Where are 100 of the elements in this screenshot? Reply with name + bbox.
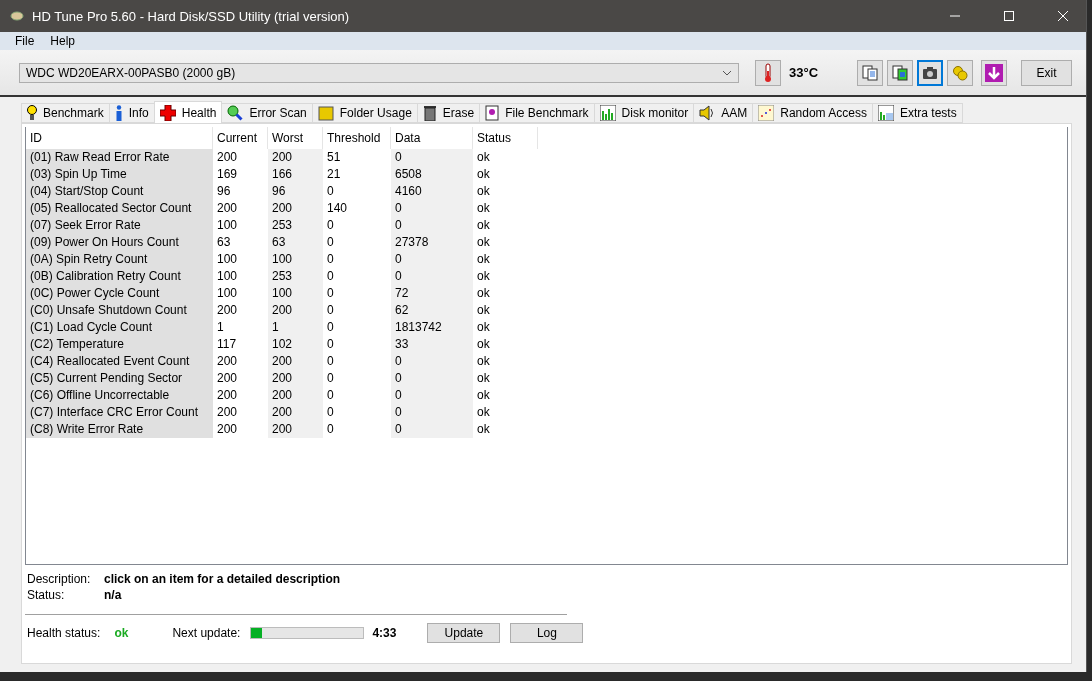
table-cell: (C5) Current Pending Sector (26, 370, 213, 387)
tab[interactable]: Erase (416, 103, 481, 123)
speaker-icon (699, 105, 716, 121)
tab[interactable]: Info (108, 103, 155, 123)
table-cell: (05) Reallocated Sector Count (26, 200, 213, 217)
tab[interactable]: File Benchmark (479, 103, 595, 123)
tab[interactable]: Health (153, 101, 223, 123)
table-cell: (03) Spin Up Time (26, 166, 213, 183)
download-arrow-icon (984, 62, 1004, 83)
thermometer-icon (763, 62, 773, 83)
camera-button[interactable] (917, 59, 943, 86)
table-cell: 100 (268, 251, 323, 268)
status-label: Status: (27, 588, 66, 602)
drive-dropdown[interactable]: WDC WD20EARX-00PASB0 (2000 gB) (19, 62, 739, 83)
tab[interactable]: Random Access (752, 103, 873, 123)
folder-icon (317, 105, 334, 121)
table-cell: 200 (268, 404, 323, 421)
description-label: Description: (27, 572, 92, 586)
bar-chart-icon (599, 105, 616, 121)
table-cell: 0 (391, 404, 473, 421)
status-text: n/a (104, 588, 123, 602)
table-cell: 100 (268, 285, 323, 302)
table-cell: 0 (391, 353, 473, 370)
tab[interactable]: Benchmark (21, 103, 110, 123)
table-cell: 200 (268, 302, 323, 319)
copy-button[interactable] (857, 59, 883, 86)
table-cell: (C1) Load Cycle Count (26, 319, 213, 336)
table-cell: 6508 (391, 166, 473, 183)
table-cell: (07) Seek Error Rate (26, 217, 213, 234)
table-cell: 0 (391, 421, 473, 438)
health-status-label: Health status: (27, 626, 101, 640)
table-cell: (C4) Reallocated Event Count (26, 353, 213, 370)
table-cell: (C7) Interface CRC Error Count (26, 404, 213, 421)
table-cell: 0 (391, 149, 473, 166)
table-cell: 62 (391, 302, 473, 319)
countdown: 4:33 (372, 626, 398, 640)
table-cell: 102 (268, 336, 323, 353)
health-status-value: ok (114, 626, 130, 640)
table-cell: 200 (268, 370, 323, 387)
table-cell: 200 (268, 149, 323, 166)
cross-icon (159, 104, 176, 121)
chart-grid-icon (877, 105, 894, 121)
temperature-reading: 33°C (789, 65, 820, 80)
table-cell: 33 (391, 336, 473, 353)
table-cell: 1813742 (391, 319, 473, 336)
table-cell: 253 (268, 268, 323, 285)
table-cell: 0 (391, 268, 473, 285)
table-cell: 0 (391, 370, 473, 387)
table-cell: 1 (268, 319, 323, 336)
copy-icon (862, 64, 878, 81)
copy-image-button[interactable] (887, 59, 913, 86)
copy-image-icon (892, 64, 908, 81)
table-cell: 63 (268, 234, 323, 251)
table-cell: 96 (268, 183, 323, 200)
table-cell: 4160 (391, 183, 473, 200)
info-icon (114, 105, 123, 121)
tab[interactable]: AAM (693, 103, 754, 123)
camera-icon (922, 65, 938, 80)
close-icon (1058, 11, 1068, 21)
table-cell: (C8) Write Error Rate (26, 421, 213, 438)
magnifier-icon (227, 105, 244, 121)
drive-name: WDC WD20EARX-00PASB0 (2000 gB) (26, 65, 236, 80)
table-cell: (0A) Spin Retry Count (26, 251, 213, 268)
table-cell: 200 (268, 421, 323, 438)
temperature-button[interactable] (755, 59, 781, 86)
app-disk-icon (10, 9, 24, 23)
table-cell: 72 (391, 285, 473, 302)
table-cell: (C2) Temperature (26, 336, 213, 353)
table-cell: 27378 (391, 234, 473, 251)
table-cell: (C6) Offline Uncorrectable (26, 387, 213, 404)
tab[interactable]: Folder Usage (311, 103, 418, 123)
tab[interactable]: Disk monitor (593, 103, 695, 123)
table-cell: 166 (268, 166, 323, 183)
table-cell: 0 (391, 200, 473, 217)
table-cell: (04) Start/Stop Count (26, 183, 213, 200)
window-title: HD Tune Pro 5.60 - Hard Disk/SSD Utility (trial version) (32, 8, 351, 24)
tab[interactable]: Extra tests (871, 103, 963, 123)
exit-button[interactable]: Exit (1021, 59, 1072, 86)
table-cell: 0 (391, 217, 473, 234)
table-cell: (0B) Calibration Retry Count (26, 268, 213, 285)
table-cell: 0 (391, 387, 473, 404)
scatter-chart-icon (758, 105, 775, 121)
table-cell: 200 (268, 353, 323, 370)
trash-can-icon (422, 105, 437, 121)
document-icon (485, 105, 500, 121)
lightbulb-icon (27, 105, 37, 121)
coins-icon (952, 64, 968, 81)
table-cell: (C0) Unsafe Shutdown Count (26, 302, 213, 319)
menu-item[interactable]: Help (50, 34, 76, 48)
download-arrow-button[interactable] (981, 59, 1007, 86)
log-button[interactable]: Log (510, 623, 584, 643)
description-text: click on an item for a detailed description (104, 572, 342, 586)
table-cell: (0C) Power Cycle Count (26, 285, 213, 302)
menu-item[interactable]: File (15, 34, 35, 48)
table-cell: (01) Raw Read Error Rate (26, 149, 213, 166)
tab[interactable]: Error Scan (221, 103, 313, 123)
table-cell: (09) Power On Hours Count (26, 234, 213, 251)
update-button[interactable]: Update (427, 623, 501, 643)
table-cell: 200 (268, 200, 323, 217)
table-cell: 200 (268, 387, 323, 404)
